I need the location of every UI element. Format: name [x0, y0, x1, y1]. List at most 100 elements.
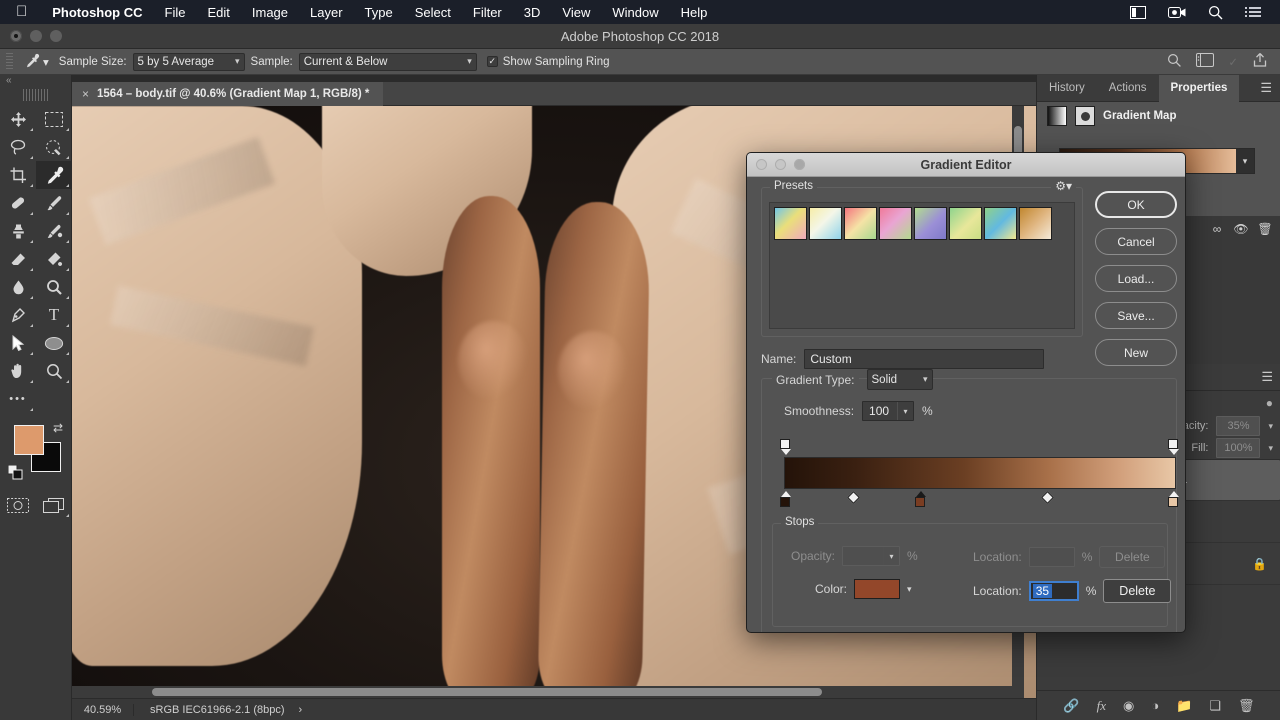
menu-help[interactable]: Help	[670, 5, 719, 20]
show-sampling-ring-checkbox[interactable]: ✓ Show Sampling Ring	[483, 56, 614, 68]
chevron-down-icon[interactable]: ▾	[897, 402, 913, 420]
toolbar-grip[interactable]	[22, 89, 49, 101]
color-stop-100[interactable]	[1168, 491, 1180, 509]
status-arrow-icon[interactable]: ›	[299, 704, 303, 716]
preset-blue-yellow-pink[interactable]	[774, 207, 807, 240]
brush-tool[interactable]	[36, 189, 72, 217]
midpoint-2[interactable]	[1041, 491, 1054, 504]
new-layer-icon[interactable]: ❏	[1209, 698, 1221, 714]
marquee-tool[interactable]	[36, 105, 72, 133]
zoom-level[interactable]: 40.59%	[72, 703, 134, 716]
preset-green-yellow[interactable]	[949, 207, 982, 240]
trash-icon[interactable]: 🗑	[1254, 218, 1276, 240]
close-icon[interactable]: ×	[82, 87, 89, 101]
color-stop-35[interactable]	[915, 491, 927, 509]
color-location-input[interactable]: 35	[1028, 581, 1079, 601]
blur-tool[interactable]	[0, 273, 36, 301]
move-tool[interactable]	[0, 105, 36, 133]
opacity-value[interactable]: 35%	[1216, 416, 1261, 436]
quick-selection-tool[interactable]	[36, 133, 72, 161]
search-icon[interactable]	[1167, 53, 1182, 71]
fill-value[interactable]: 100%	[1216, 438, 1261, 458]
chevron-down-icon[interactable]: ▾	[1268, 421, 1273, 432]
preset-red-yellow-green[interactable]	[844, 207, 877, 240]
list-icon[interactable]	[1234, 6, 1272, 18]
healing-brush-tool[interactable]	[0, 189, 36, 217]
tab-properties[interactable]: Properties	[1158, 74, 1240, 102]
delete-layer-icon[interactable]: 🗑	[1238, 698, 1255, 714]
crop-tool[interactable]	[0, 161, 36, 189]
chevron-down-icon[interactable]: ▾	[1268, 443, 1273, 454]
link-layers-icon[interactable]: 🔗	[1063, 698, 1079, 714]
color-delete-button[interactable]: Delete	[1103, 579, 1172, 603]
new-button[interactable]: New	[1095, 339, 1177, 366]
eraser-tool[interactable]	[0, 245, 36, 273]
color-profile-info[interactable]: sRGB IEC61966-2.1 (8bpc) ›	[134, 704, 302, 716]
eyedropper-tool[interactable]	[36, 161, 72, 189]
share-icon[interactable]	[1252, 52, 1268, 71]
menu-select[interactable]: Select	[404, 5, 462, 20]
search-icon[interactable]	[1197, 5, 1234, 20]
dodge-tool[interactable]	[36, 273, 72, 301]
name-input[interactable]: Custom	[804, 349, 1045, 369]
menu-type[interactable]: Type	[354, 5, 404, 20]
preset-green-blue-yellow[interactable]	[984, 207, 1017, 240]
opacity-stop-100[interactable]	[1168, 439, 1180, 455]
link-icon[interactable]: ∞	[1206, 218, 1228, 240]
sample-select[interactable]: Current & Below ▾	[298, 52, 477, 71]
path-selection-tool[interactable]	[0, 329, 36, 357]
preset-copper[interactable]	[1019, 207, 1052, 240]
pen-tool[interactable]	[0, 301, 36, 329]
lasso-tool[interactable]	[0, 133, 36, 161]
foreground-color-swatch[interactable]	[14, 425, 44, 455]
menu-3d[interactable]: 3D	[513, 5, 552, 20]
eye-icon[interactable]: 👁	[1230, 218, 1252, 240]
type-tool[interactable]: T	[36, 301, 72, 329]
lock-icon[interactable]: 🔒	[1252, 557, 1275, 571]
menu-image[interactable]: Image	[241, 5, 299, 20]
presets-well[interactable]	[769, 202, 1075, 329]
default-colors-icon[interactable]	[7, 464, 23, 483]
menu-window[interactable]: Window	[601, 5, 669, 20]
menu-view[interactable]: View	[551, 5, 601, 20]
layer-mask-icon[interactable]	[1075, 106, 1095, 126]
hand-tool[interactable]	[0, 357, 36, 385]
menu-filter[interactable]: Filter	[462, 5, 513, 20]
tab-actions[interactable]: Actions	[1097, 75, 1159, 102]
menu-edit[interactable]: Edit	[196, 5, 240, 20]
sample-size-select[interactable]: 5 by 5 Average ▾	[132, 52, 245, 71]
screen-record-icon[interactable]	[1157, 6, 1197, 19]
workspace-icon[interactable]	[1196, 53, 1215, 70]
gradient-bar[interactable]	[784, 457, 1176, 489]
gear-icon[interactable]: ⚙▾	[1051, 179, 1076, 193]
fx-icon[interactable]: fx	[1097, 698, 1106, 714]
midpoint-1[interactable]	[847, 491, 860, 504]
collapse-toolbar-button[interactable]: «	[0, 75, 71, 89]
menu-app-name[interactable]: Photoshop CC	[41, 5, 153, 20]
screen-mode-icon[interactable]	[36, 491, 72, 519]
scroll-thumb[interactable]	[152, 688, 822, 696]
canvas-horizontal-scrollbar[interactable]	[72, 686, 1024, 698]
panels-icon[interactable]	[1119, 5, 1157, 19]
smoothness-field[interactable]: 100 ▾	[862, 401, 915, 421]
menu-layer[interactable]: Layer	[299, 5, 354, 20]
active-tool-chip[interactable]: ▾	[21, 53, 53, 71]
gradient-tool[interactable]	[36, 245, 72, 273]
opacity-stop-0[interactable]	[780, 439, 792, 455]
clone-stamp-tool[interactable]	[0, 217, 36, 245]
tab-history[interactable]: History	[1037, 75, 1097, 102]
history-brush-tool[interactable]	[36, 217, 72, 245]
gradient-type-select[interactable]: Solid ▾	[866, 369, 933, 390]
preset-yellow-white-blue[interactable]	[809, 207, 842, 240]
more-tools-button[interactable]: •••	[0, 385, 36, 413]
new-group-icon[interactable]: 📁	[1176, 698, 1192, 714]
menu-file[interactable]: File	[154, 5, 197, 20]
save-button[interactable]: Save...	[1095, 302, 1177, 329]
adjustment-icon[interactable]: ◑	[1151, 698, 1159, 713]
panel-menu-icon[interactable]: ☰	[1252, 80, 1280, 96]
toggle-knob-icon[interactable]: ●	[1266, 396, 1273, 410]
preset-pink-magenta-green[interactable]	[879, 207, 912, 240]
panel-menu-icon[interactable]: ☰	[1253, 369, 1280, 385]
chevron-down-icon[interactable]: ▾	[907, 584, 912, 595]
swap-colors-icon[interactable]: ⇄	[53, 421, 63, 435]
